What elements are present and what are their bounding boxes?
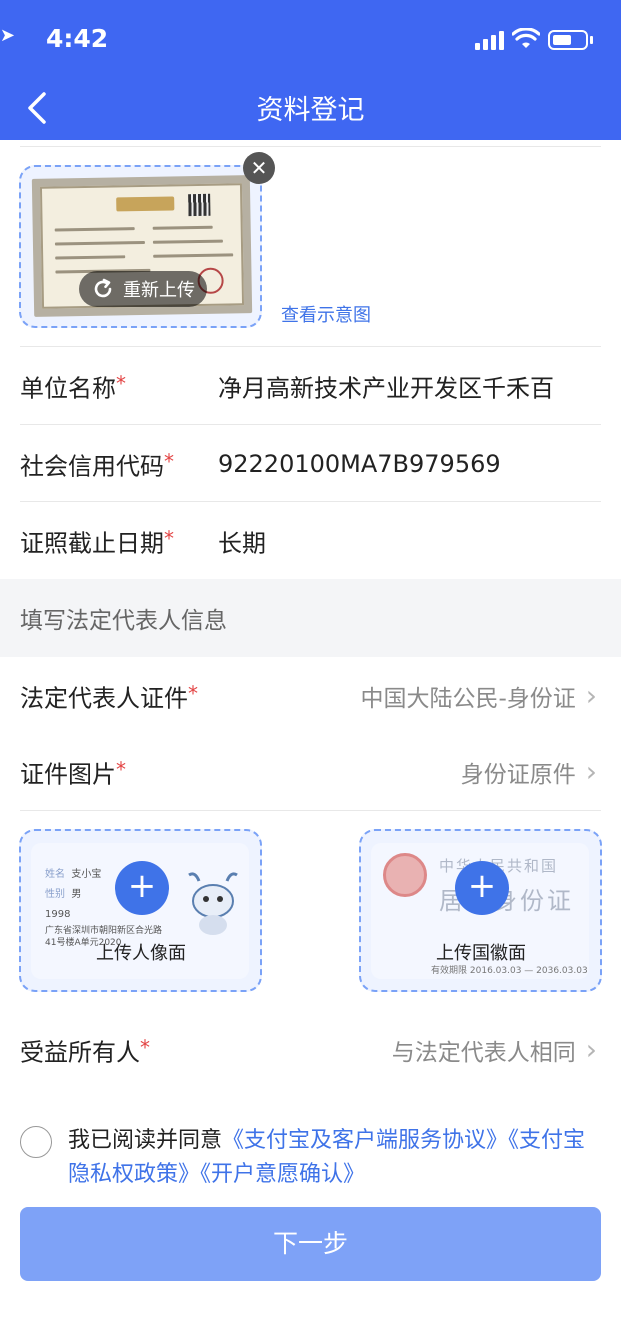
divider <box>20 810 601 811</box>
id-image-select[interactable]: 身份证原件 › <box>461 755 597 789</box>
id-type-select[interactable]: 中国大陆公民-身份证 › <box>360 679 597 713</box>
expiry-input[interactable]: 长期 <box>218 524 597 559</box>
id-image-row[interactable]: 证件图片* 身份证原件 › <box>0 733 621 811</box>
unit-name-row: 单位名称* 净月高新技术产业开发区千禾百 <box>0 347 621 425</box>
section-header: 填写法定代表人信息 <box>0 579 621 657</box>
account-intent-link[interactable]: 《开户意愿确认》 <box>200 1162 365 1187</box>
divider <box>20 146 601 147</box>
emblem-upload-label: 上传国徽面 <box>436 943 526 964</box>
beneficiary-value: 与法定代表人相同 <box>391 1040 576 1066</box>
expiry-row: 证照截止日期* 长期 <box>0 502 621 580</box>
chevron-right-icon: › <box>585 679 597 712</box>
id-image-label: 证件图片* <box>20 757 126 789</box>
status-icons: ➤ <box>0 25 593 50</box>
agree-checkbox[interactable] <box>20 1126 52 1158</box>
beneficiary-select[interactable]: 与法定代表人相同 › <box>392 1033 597 1067</box>
chevron-right-icon: › <box>585 755 597 788</box>
credit-code-label: 社会信用代码* <box>20 449 174 481</box>
id-image-value: 身份证原件 <box>460 762 576 788</box>
expiry-label: 证照截止日期* <box>20 526 174 558</box>
battery-icon <box>548 30 588 50</box>
id-type-label: 法定代表人证件* <box>20 681 198 713</box>
beneficiary-row[interactable]: 受益所有人* 与法定代表人相同 › <box>0 1011 621 1089</box>
location-arrow-icon: ➤ <box>0 25 15 46</box>
required-mark: * <box>116 371 126 396</box>
status-time: 4:42 <box>46 24 109 53</box>
page-title: 资料登记 <box>256 95 365 126</box>
close-icon[interactable]: ✕ <box>243 152 275 184</box>
required-mark: * <box>116 757 126 782</box>
chevron-right-icon: › <box>585 1033 597 1066</box>
required-mark: * <box>188 681 198 706</box>
reupload-button[interactable]: 重新上传 <box>79 271 207 307</box>
id-type-value: 中国大陆公民-身份证 <box>360 686 576 712</box>
battery-cap <box>590 36 593 44</box>
agreement-text: 我已阅读并同意《支付宝及客户端服务协议》《支付宝隐私权政策》《开户意愿确认》 <box>68 1124 602 1192</box>
add-emblem-icon[interactable]: + <box>455 861 509 915</box>
national-emblem-icon <box>383 853 427 897</box>
emblem-upload-box[interactable]: 中华人民共和国 居民身份证 有效期限 2016.03.03 — 2036.03.… <box>359 829 602 992</box>
credit-code-input[interactable]: 92220100MA7B979569 <box>218 450 597 478</box>
agreement-prefix: 我已阅读并同意 <box>68 1128 223 1153</box>
required-mark: * <box>164 526 174 551</box>
service-agreement-link[interactable]: 《支付宝及客户端服务协议》 <box>222 1128 508 1153</box>
next-button[interactable]: 下一步 <box>20 1207 601 1281</box>
required-mark: * <box>164 449 174 474</box>
wifi-icon <box>512 28 540 48</box>
portrait-upload-label: 上传人像面 <box>96 943 186 964</box>
add-portrait-icon[interactable]: + <box>115 861 169 915</box>
beneficiary-label: 受益所有人* <box>20 1035 150 1067</box>
view-sample-link[interactable]: 查看示意图 <box>281 301 371 327</box>
signal-icon <box>475 31 504 50</box>
refresh-icon <box>94 278 112 298</box>
portrait-upload-box[interactable]: 姓名 支小宝 性别 男 1998 广东省深圳市朝阳新区合光路 41号楼A单元20… <box>19 829 262 992</box>
required-mark: * <box>140 1035 150 1060</box>
unit-name-label: 单位名称* <box>20 371 126 403</box>
mascot-icon <box>188 872 238 935</box>
reupload-label: 重新上传 <box>123 280 195 301</box>
section-title: 填写法定代表人信息 <box>20 608 227 634</box>
app-header: 4:42 ➤ 资料登记 <box>0 0 621 140</box>
credit-code-row: 社会信用代码* 92220100MA7B979569 <box>0 425 621 503</box>
id-type-row[interactable]: 法定代表人证件* 中国大陆公民-身份证 › <box>0 657 621 735</box>
unit-name-input[interactable]: 净月高新技术产业开发区千禾百 <box>218 369 597 404</box>
license-upload-box[interactable]: 重新上传 <box>19 165 262 328</box>
